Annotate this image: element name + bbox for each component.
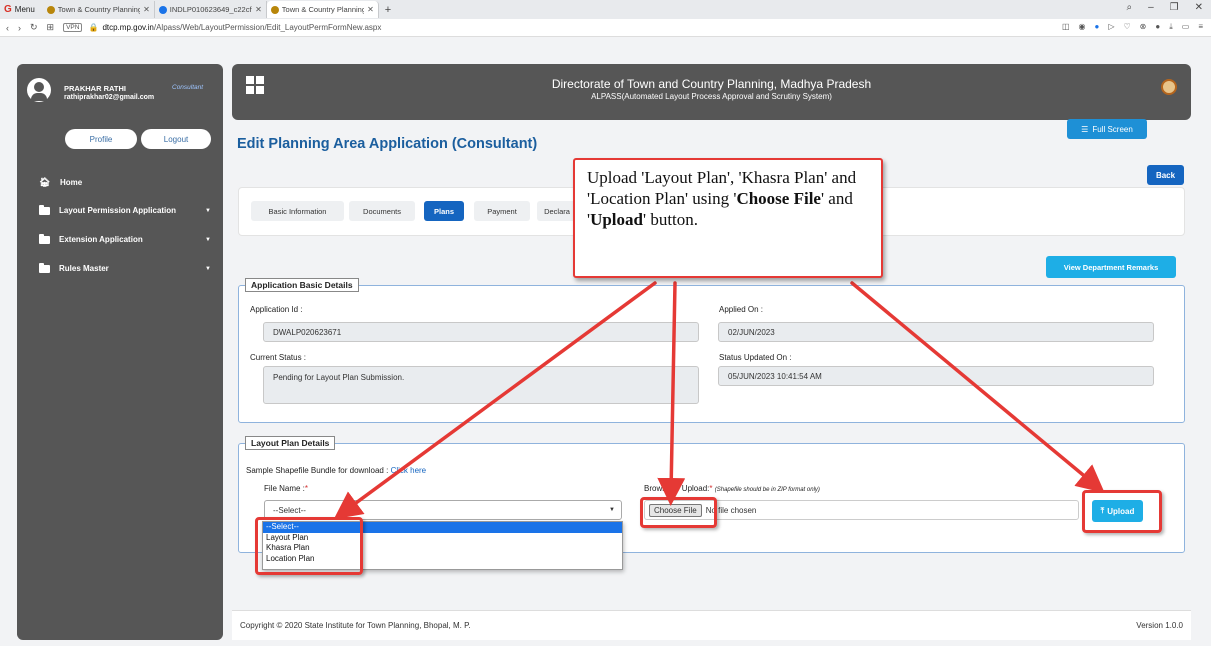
- site-favicon-icon: [46, 5, 55, 14]
- minimize-icon[interactable]: –: [1148, 2, 1154, 13]
- close-window-icon[interactable]: ✕: [1195, 2, 1203, 13]
- sidebar-item-extension[interactable]: Extension Application ▼: [39, 233, 211, 244]
- browser-tab-1[interactable]: Town & Country Planning ✕: [43, 1, 155, 18]
- app-header: Directorate of Town and Country Planning…: [232, 64, 1191, 120]
- status-updated-label: Status Updated On :: [719, 353, 792, 362]
- current-status-label: Current Status :: [250, 353, 307, 362]
- sidebar-item-home[interactable]: 🏠︎ Home: [39, 177, 211, 188]
- browse-upload-label: Browse to Upload:* (Shapefile should be …: [644, 484, 820, 493]
- header-title: Directorate of Town and Country Planning…: [551, 77, 872, 91]
- easy-setup-icon[interactable]: ≡: [1198, 22, 1203, 32]
- tab-payment[interactable]: Payment: [474, 201, 530, 221]
- sample-download-link[interactable]: Click here: [391, 466, 427, 475]
- home-icon: 🏠︎: [39, 177, 51, 187]
- folder-icon: [39, 262, 50, 273]
- browser-toolbar-icons: ◫ ◉ ● ▷ ♡ ⊗ ● ⤓ ▭ ≡: [1062, 22, 1203, 32]
- application-id-label: Application Id :: [250, 305, 303, 314]
- logout-button[interactable]: Logout: [141, 129, 211, 149]
- status-updated-field: 05/JUN/2023 10:41:54 AM: [718, 366, 1154, 386]
- browser-tab-3[interactable]: Town & Country Planning ✕: [266, 1, 379, 18]
- choose-file-highlight: [640, 497, 717, 528]
- chevron-down-icon: ▼: [205, 265, 211, 272]
- folder-icon: [39, 233, 50, 244]
- user-role: Consultant: [172, 84, 204, 91]
- layout-plan-legend: Layout Plan Details: [245, 436, 336, 450]
- forward-nav-icon[interactable]: ›: [18, 23, 21, 33]
- vpn-status-icon[interactable]: ●: [1095, 22, 1100, 32]
- full-screen-button[interactable]: ☰ Full Screen: [1067, 119, 1147, 139]
- dropdown-highlight: [255, 517, 363, 575]
- tab-plans[interactable]: Plans: [424, 201, 464, 221]
- url-field[interactable]: dtcp.mp.gov.in/Alpass/Web/LayoutPermissi…: [102, 23, 381, 32]
- sample-shapefile-text: Sample Shapefile Bundle for download : C…: [246, 466, 427, 475]
- heart-icon[interactable]: ♡: [1124, 22, 1131, 32]
- camera-icon[interactable]: ◉: [1079, 22, 1086, 32]
- speed-dial-icon[interactable]: ⊞: [47, 22, 55, 33]
- new-tab-icon[interactable]: +: [385, 4, 391, 16]
- basic-details-legend: Application Basic Details: [245, 278, 359, 292]
- user-email: rathiprakhar02@gmail.com: [64, 94, 155, 101]
- folder-icon: [39, 204, 50, 215]
- view-department-remarks-button[interactable]: View Department Remarks: [1046, 256, 1176, 278]
- application-id-field: DWALP020623671: [263, 322, 699, 342]
- browser-logo-icon: G: [4, 4, 12, 15]
- sidebar-item-rules-master[interactable]: Rules Master ▼: [39, 262, 211, 273]
- sidebar: PRAKHAR RATHI rathiprakhar02@gmail.com C…: [17, 64, 223, 640]
- application-basic-details: Application Basic Details Application Id…: [238, 278, 1185, 423]
- back-nav-icon[interactable]: ‹: [6, 23, 9, 33]
- avatar: [27, 78, 51, 102]
- globe-favicon-icon: [158, 5, 167, 14]
- reload-icon[interactable]: ↻: [30, 22, 38, 33]
- browser-address-bar: ‹ › ↻ ⊞ VPN 🔒 dtcp.mp.gov.in/Alpass/Web/…: [0, 19, 1211, 37]
- profile-button[interactable]: Profile: [65, 129, 137, 149]
- browser-tab-bar: G Menu Town & Country Planning ✕ INDLP01…: [0, 0, 1211, 19]
- profile-icon[interactable]: ●: [1155, 22, 1160, 32]
- wallet-icon[interactable]: ⊗: [1140, 22, 1147, 32]
- battery-icon[interactable]: ▭: [1182, 22, 1190, 32]
- tab-documents[interactable]: Documents: [349, 201, 415, 221]
- header-subtitle: ALPASS(Automated Layout Process Approval…: [591, 92, 832, 101]
- version-text: Version 1.0.0: [1136, 621, 1183, 630]
- tab-basic-information[interactable]: Basic Information: [251, 201, 344, 221]
- footer: Copyright © 2020 State Institute for Tow…: [232, 610, 1191, 640]
- copyright-text: Copyright © 2020 State Institute for Tow…: [240, 621, 471, 630]
- menu-icon: ☰: [1081, 124, 1089, 134]
- restore-icon[interactable]: ❐: [1170, 2, 1179, 13]
- applied-on-label: Applied On :: [719, 305, 764, 314]
- window-controls: ⌕ – ❐ ✕: [1126, 2, 1203, 13]
- instruction-callout: Upload 'Layout Plan', 'Khasra Plan' and …: [573, 158, 883, 278]
- back-button[interactable]: Back: [1147, 165, 1184, 185]
- browser-menu-button[interactable]: G Menu: [4, 4, 35, 15]
- download-icon[interactable]: ⤓: [1169, 22, 1173, 32]
- site-favicon-icon: [270, 5, 279, 14]
- search-tabs-icon[interactable]: ⌕: [1126, 2, 1132, 13]
- chevron-down-icon: ▼: [609, 507, 615, 513]
- applied-on-field: 02/JUN/2023: [718, 322, 1154, 342]
- close-tab-icon[interactable]: ✕: [255, 5, 262, 14]
- close-tab-icon[interactable]: ✕: [367, 5, 374, 14]
- vpn-badge[interactable]: VPN: [63, 23, 83, 32]
- lock-icon[interactable]: 🔒: [88, 23, 98, 32]
- tab-declaration[interactable]: Declara: [537, 201, 577, 221]
- upload-highlight: [1082, 490, 1162, 533]
- close-tab-icon[interactable]: ✕: [143, 5, 150, 14]
- chevron-down-icon: ▼: [205, 207, 211, 214]
- screenshot-icon[interactable]: ◫: [1062, 22, 1070, 32]
- state-emblem-icon: [1161, 79, 1177, 95]
- current-status-field: Pending for Layout Plan Submission.: [263, 366, 699, 404]
- chevron-down-icon: ▼: [205, 236, 211, 243]
- player-icon[interactable]: ▷: [1108, 22, 1114, 32]
- user-name: PRAKHAR RATHI: [64, 84, 126, 93]
- browser-tab-2[interactable]: INDLP010623649_c22cf93 ✕: [155, 1, 267, 18]
- sidebar-item-layout-permission[interactable]: Layout Permission Application ▼: [39, 204, 211, 215]
- file-name-label: File Name :*: [264, 484, 309, 493]
- page-title: Edit Planning Area Application (Consulta…: [237, 136, 538, 152]
